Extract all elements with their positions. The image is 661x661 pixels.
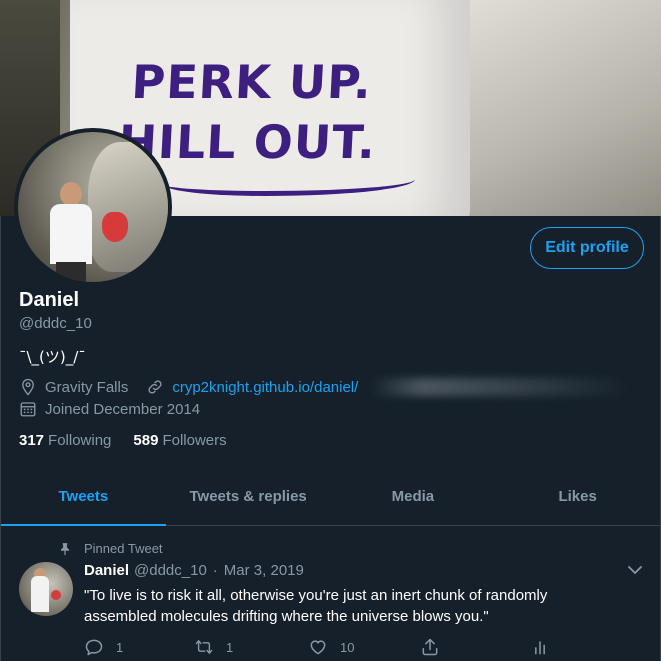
- profile-avatar[interactable]: [14, 128, 172, 286]
- tab-likes[interactable]: Likes: [495, 467, 660, 525]
- follow-stats: 317 Following 589 Followers: [19, 432, 249, 449]
- profile-location: Gravity Falls: [45, 378, 129, 396]
- retweet-icon: [194, 637, 214, 657]
- tweet-date[interactable]: Mar 3, 2019: [224, 562, 304, 579]
- tweet-author-name[interactable]: Daniel: [84, 562, 129, 579]
- tweet-author-handle[interactable]: @dddc_10: [134, 562, 207, 579]
- profile-bio: ¯\_(ツ)_/¯: [19, 348, 86, 366]
- location-icon: [19, 378, 37, 396]
- profile-joined-row: Joined December 2014: [19, 400, 200, 418]
- tweet-header: Daniel @dddc_10 · Mar 3, 2019: [84, 562, 304, 579]
- profile-tabs: Tweets Tweets & replies Media Likes: [1, 467, 660, 526]
- edit-profile-button[interactable]: Edit profile: [530, 227, 644, 269]
- profile-handle: @dddc_10: [19, 315, 92, 332]
- avatar-person-body: [50, 204, 92, 264]
- reply-count: 1: [116, 639, 124, 655]
- reply-button[interactable]: 1: [84, 637, 123, 657]
- profile-website-group: cryp2knight.github.io/daniel/: [146, 378, 358, 396]
- banner-street: [461, 0, 661, 216]
- tweet-avatar-mural: [51, 590, 61, 600]
- tweet-avatar[interactable]: [19, 562, 73, 616]
- analytics-icon: [530, 637, 550, 657]
- share-icon: [420, 637, 440, 657]
- profile-joined: Joined December 2014: [45, 400, 201, 418]
- analytics-button[interactable]: [530, 637, 562, 657]
- avatar-mural: [88, 142, 168, 272]
- chevron-down-icon[interactable]: [626, 563, 644, 577]
- tweet-actions: 1 1 10: [84, 637, 564, 659]
- share-button[interactable]: [420, 637, 452, 657]
- like-count: 10: [340, 639, 355, 655]
- following-label: Following: [48, 432, 112, 449]
- following-link[interactable]: 317 Following: [19, 432, 111, 449]
- profile-website-link[interactable]: cryp2knight.github.io/daniel/: [172, 379, 358, 396]
- profile-name: Daniel: [19, 289, 80, 311]
- tab-media[interactable]: Media: [331, 467, 496, 525]
- tweet-text: "To live is to risk it all, otherwise yo…: [84, 587, 548, 625]
- pinned-tweet-indicator: Pinned Tweet: [58, 541, 163, 556]
- tweet-avatar-body: [31, 576, 49, 612]
- tab-tweets-and-replies[interactable]: Tweets & replies: [166, 467, 331, 525]
- like-button[interactable]: 10: [308, 637, 354, 657]
- calendar-icon: [19, 400, 37, 418]
- link-icon: [146, 378, 164, 396]
- avatar-mural-tongue: [102, 212, 128, 242]
- followers-link[interactable]: 589 Followers: [133, 432, 226, 449]
- following-count: 317: [19, 432, 45, 449]
- retweet-count: 1: [226, 639, 234, 655]
- pin-icon: [58, 542, 72, 556]
- profile-meta-row: Gravity Falls cryp2knight.github.io/dani…: [19, 378, 631, 396]
- followers-label: Followers: [162, 432, 227, 449]
- reply-icon: [84, 637, 104, 657]
- tweet-header-separator: ·: [212, 562, 218, 579]
- retweet-button[interactable]: 1: [194, 637, 233, 657]
- avatar-person-head: [60, 182, 82, 206]
- like-icon: [308, 637, 328, 657]
- pinned-tweet-label: Pinned Tweet: [84, 541, 163, 556]
- avatar-person: [48, 182, 94, 282]
- redacted-blur: [370, 378, 631, 396]
- followers-count: 589: [133, 432, 159, 449]
- banner-text-line1: PERK UP.: [130, 55, 374, 109]
- tab-tweets[interactable]: Tweets: [1, 467, 166, 526]
